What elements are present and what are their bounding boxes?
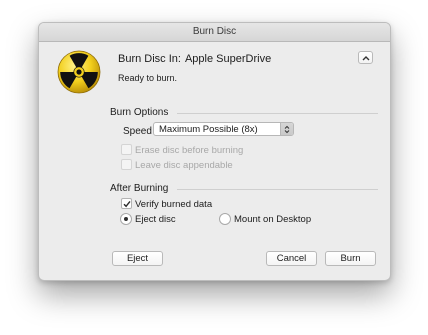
eject-disc-label: Eject disc — [135, 214, 176, 225]
erase-disc-checkbox[interactable] — [121, 144, 132, 155]
burn-status-text: Ready to burn. — [118, 73, 178, 83]
eject-button[interactable]: Eject — [112, 251, 163, 266]
chevron-up-icon — [362, 56, 370, 61]
window-titlebar: Burn Disc — [39, 23, 390, 42]
checkmark-icon — [123, 200, 131, 208]
speed-label: Speed — [123, 126, 152, 137]
leave-appendable-label: Leave disc appendable — [135, 160, 233, 171]
burn-options-heading: Burn Options — [110, 107, 169, 118]
after-burning-separator — [177, 189, 378, 190]
erase-disc-label: Erase disc before burning — [135, 145, 244, 156]
burn-hazard-icon — [57, 50, 101, 94]
leave-appendable-checkbox[interactable] — [121, 159, 132, 170]
burn-options-separator — [177, 113, 378, 114]
mount-on-desktop-label: Mount on Desktop — [234, 214, 312, 225]
drive-name: Apple SuperDrive — [184, 53, 272, 65]
speed-popup-value: Maximum Possible (8x) — [159, 124, 258, 135]
speed-popup[interactable]: Maximum Possible (8x) — [153, 122, 294, 136]
burn-target-heading: Burn Disc In: Apple SuperDrive — [118, 53, 271, 65]
after-burning-heading: After Burning — [110, 183, 169, 194]
burn-disc-dialog: Burn Disc Burn Disc In: Apple SuperDrive … — [38, 22, 391, 281]
window-title: Burn Disc — [192, 26, 237, 37]
eject-disc-radio[interactable] — [120, 213, 132, 225]
burn-disc-in-label: Burn Disc In: — [118, 53, 181, 65]
popup-arrows-icon — [280, 123, 293, 135]
cancel-button[interactable]: Cancel — [266, 251, 317, 266]
mount-on-desktop-radio[interactable] — [219, 213, 231, 225]
burn-button[interactable]: Burn — [325, 251, 376, 266]
verify-burned-data-label: Verify burned data — [135, 199, 213, 210]
collapse-details-button[interactable] — [358, 51, 373, 64]
verify-burned-data-checkbox[interactable] — [121, 198, 132, 209]
